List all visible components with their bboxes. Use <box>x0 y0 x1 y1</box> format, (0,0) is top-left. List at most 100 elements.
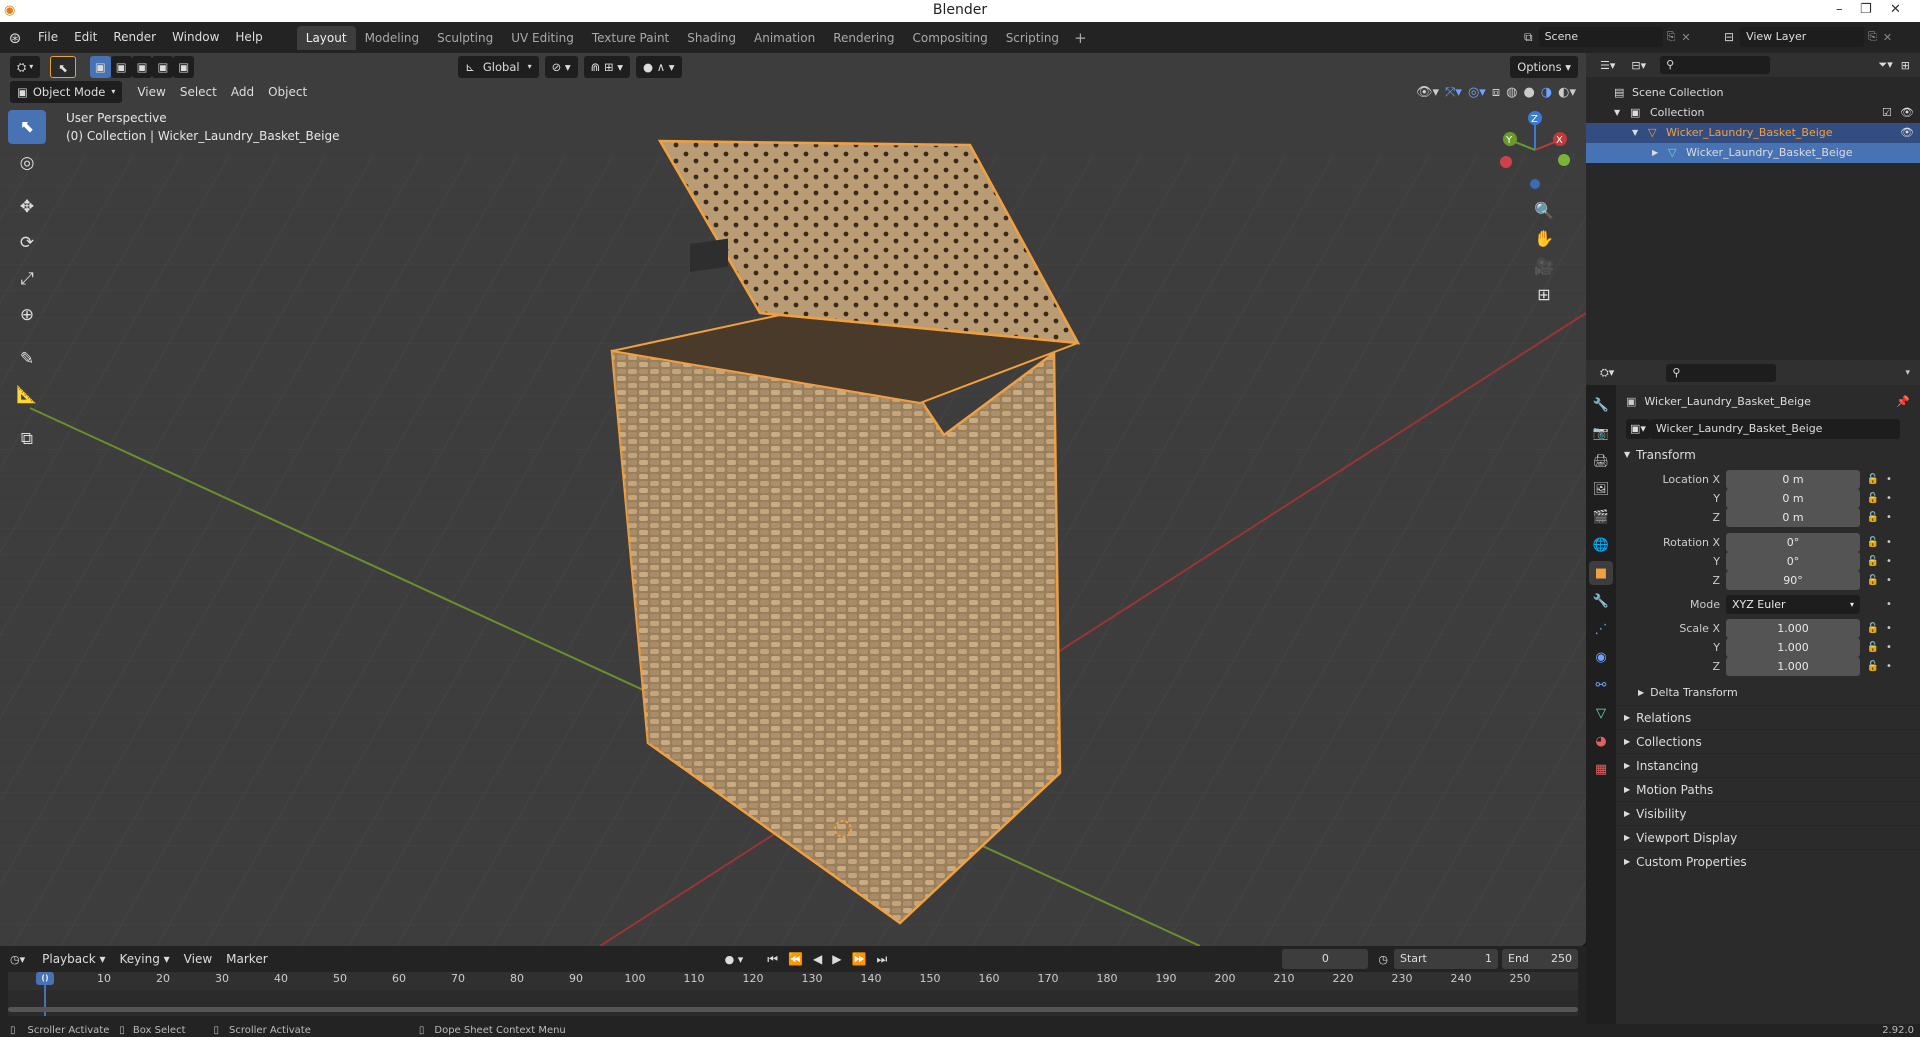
render-tab-icon[interactable]: 📷 <box>1589 421 1613 445</box>
wireframe-shading-icon[interactable]: ◍ <box>1506 85 1517 100</box>
lock-icon[interactable]: 🔓 <box>1866 623 1880 634</box>
measure-tool-icon[interactable]: 📐 <box>8 378 46 412</box>
keyframe-dot-icon[interactable]: • <box>1884 623 1894 634</box>
workspace-tab-uv-editing[interactable]: UV Editing <box>502 26 583 50</box>
tool-tab-icon[interactable]: 🔧 <box>1589 393 1613 417</box>
new-collection-icon[interactable]: ⊞ <box>1901 59 1910 72</box>
lock-icon[interactable]: 🔓 <box>1866 556 1880 567</box>
output-tab-icon[interactable]: 🖨 <box>1589 449 1613 473</box>
select-subtract-icon[interactable]: ▣ <box>131 56 153 78</box>
menu-window[interactable]: Window <box>164 22 227 53</box>
close-icon[interactable]: ✕ <box>1890 2 1901 17</box>
scene-icon[interactable]: ⧉ <box>1524 30 1533 45</box>
keyframe-dot-icon[interactable]: • <box>1884 556 1894 567</box>
scene-name-field[interactable]: Scene <box>1538 27 1663 47</box>
scale-tool-icon[interactable]: ⤢ <box>8 262 46 296</box>
new-scene-icon[interactable]: ⎘ <box>1667 30 1676 44</box>
section-viewport-display[interactable]: ▶ Viewport Display <box>1616 825 1920 849</box>
modifier-tab-icon[interactable]: 🔧 <box>1589 589 1613 613</box>
add-cube-tool-icon[interactable]: ⧉ <box>8 422 46 456</box>
rotate-tool-icon[interactable]: ⟳ <box>8 226 46 260</box>
display-mode-icon[interactable]: ⊟▾ <box>1631 59 1646 72</box>
timeline-editor-icon[interactable]: ◷▾ <box>10 953 25 966</box>
axis-gizmo[interactable]: Z X Y <box>1490 110 1580 190</box>
workspace-tab-modeling[interactable]: Modeling <box>356 26 429 50</box>
visibility-eye-icon[interactable]: 👁 <box>1900 103 1914 123</box>
section-relations[interactable]: ▶ Relations <box>1616 705 1920 729</box>
viewport-menu-add[interactable]: Add <box>224 85 261 99</box>
properties-options-icon[interactable]: ▾ <box>1905 368 1910 378</box>
keyframe-dot-icon[interactable]: • <box>1884 493 1894 504</box>
menu-edit[interactable]: Edit <box>66 22 105 53</box>
material-tab-icon[interactable]: ◕ <box>1589 729 1613 753</box>
workspace-tab-animation[interactable]: Animation <box>745 26 824 50</box>
timeline-menu-marker[interactable]: Marker <box>219 952 274 966</box>
scale-x-field[interactable]: 1.000 <box>1726 619 1860 638</box>
outliner-editor-icon[interactable]: ☰▾ <box>1600 59 1615 72</box>
menu-file[interactable]: File <box>30 22 66 53</box>
add-workspace-icon[interactable]: + <box>1074 29 1087 47</box>
editor-type-button[interactable]: ⛭ ▾ <box>10 56 41 78</box>
blender-menu-icon[interactable]: ⊛ <box>0 29 30 47</box>
jump-start-icon[interactable]: ⏮ <box>767 952 778 967</box>
restore-icon[interactable]: ❐ <box>1860 2 1872 17</box>
navigation-gizmo[interactable]: Z X Y <box>1490 110 1580 190</box>
section-visibility[interactable]: ▶ Visibility <box>1616 801 1920 825</box>
delete-scene-icon[interactable]: ✕ <box>1681 31 1690 44</box>
pivot-icon[interactable]: ⊘ ▾ <box>544 56 578 78</box>
section-custom-properties[interactable]: ▶ Custom Properties <box>1616 849 1920 873</box>
next-keyframe-icon[interactable]: ⏩ <box>852 952 867 966</box>
outliner-row-collection[interactable]: ▼ ▣ Collection ☑ 👁 <box>1586 103 1920 123</box>
collapse-arrow-icon[interactable]: ▶ <box>1652 143 1658 163</box>
rendered-shading-icon[interactable]: ◐▾ <box>1558 85 1576 100</box>
lock-icon[interactable]: 🔓 <box>1866 493 1880 504</box>
view-layer-tab-icon[interactable]: 🖼 <box>1589 477 1613 501</box>
pan-hand-icon[interactable]: ✋ <box>1530 224 1558 252</box>
physics-tab-icon[interactable]: ◉ <box>1589 645 1613 669</box>
expand-arrow-icon[interactable]: ▼ <box>1614 103 1620 123</box>
location-x-field[interactable]: 0 m <box>1726 470 1860 489</box>
prev-keyframe-icon[interactable]: ⏪ <box>788 952 803 966</box>
frame-ruler[interactable]: 0102030405060708090100110120130140150160… <box>8 972 1578 990</box>
preview-range-icon[interactable]: ◷ <box>1378 953 1388 966</box>
outliner-row-object[interactable]: ▼ ▽ Wicker_Laundry_Basket_Beige 👁 <box>1586 123 1920 143</box>
keyframe-dot-icon[interactable]: • <box>1884 512 1894 523</box>
select-set-icon[interactable]: ▣ <box>89 56 111 78</box>
viewport-menu-view[interactable]: View <box>130 85 172 99</box>
exclude-checkbox[interactable]: ☑ <box>1882 103 1892 123</box>
cursor-tool-icon[interactable]: ◎ <box>8 146 46 180</box>
view-layer-icon[interactable]: ⊟ <box>1724 30 1734 44</box>
select-tool-icon[interactable]: ⬉ <box>50 56 76 78</box>
visibility-icon[interactable]: 👁▾ <box>1416 85 1439 100</box>
timeline-track[interactable]: 0102030405060708090100110120130140150160… <box>8 972 1578 1016</box>
object-datablock-icon[interactable]: ▣▾ <box>1626 419 1650 439</box>
ortho-grid-icon[interactable]: ⊞ <box>1530 280 1558 308</box>
scale-z-field[interactable]: 1.000 <box>1726 657 1860 676</box>
workspace-tab-shading[interactable]: Shading <box>678 26 745 50</box>
play-reverse-icon[interactable]: ◀ <box>813 952 822 966</box>
current-frame-field[interactable]: 0 <box>1282 949 1369 969</box>
select-extend-icon[interactable]: ▣ <box>110 56 132 78</box>
pin-icon[interactable]: 📌 <box>1896 395 1910 408</box>
options-button[interactable]: Options ▾ <box>1510 56 1578 78</box>
delta-transform-subsection[interactable]: ▶ Delta Transform <box>1616 681 1920 705</box>
jump-end-icon[interactable]: ⏭ <box>876 952 887 967</box>
workspace-tab-rendering[interactable]: Rendering <box>824 26 903 50</box>
end-frame-field[interactable]: End 250 <box>1502 949 1578 969</box>
select-invert-icon[interactable]: ▣ <box>152 56 174 78</box>
timeline-menu-playback[interactable]: Playback ▾ <box>35 952 112 966</box>
keyframe-dot-icon[interactable]: • <box>1884 599 1894 610</box>
scale-y-field[interactable]: 1.000 <box>1726 638 1860 657</box>
keyframe-dot-icon[interactable]: • <box>1884 474 1894 485</box>
filter-icon[interactable]: ⏷▾ <box>1878 58 1892 72</box>
rotation-mode-dropdown[interactable]: XYZ Euler ▾ <box>1726 595 1860 614</box>
keyframe-dot-icon[interactable]: • <box>1884 537 1894 548</box>
workspace-tab-compositing[interactable]: Compositing <box>903 26 996 50</box>
section-instancing[interactable]: ▶ Instancing <box>1616 753 1920 777</box>
move-tool-icon[interactable]: ✥ <box>8 190 46 224</box>
keyframe-dot-icon[interactable]: • <box>1884 642 1894 653</box>
play-icon[interactable]: ▶ <box>832 952 841 966</box>
mode-dropdown[interactable]: ▣ Object Mode ▾ <box>10 81 123 103</box>
timeline-scrollbar[interactable] <box>8 1007 1578 1012</box>
lock-icon[interactable]: 🔓 <box>1866 575 1880 586</box>
